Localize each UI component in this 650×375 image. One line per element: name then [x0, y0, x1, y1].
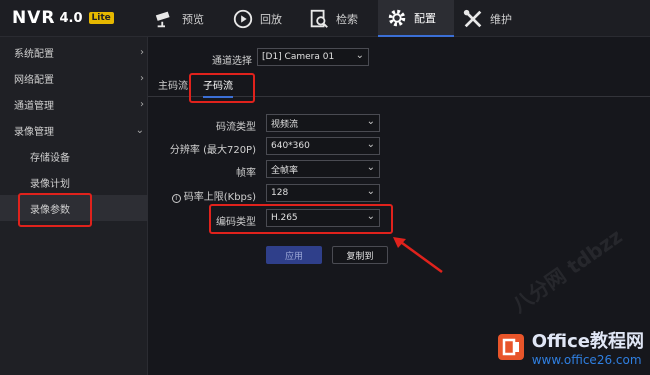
- sidebar-item-system-config[interactable]: 系统配置 ›: [0, 39, 148, 65]
- nav-tab-label: 配置: [414, 11, 436, 25]
- sidebar-item-label: 存储设备: [30, 152, 70, 164]
- nav-tab-search[interactable]: 检索: [308, 0, 368, 37]
- resolution-value: 640*360: [271, 141, 310, 151]
- channel-select-value: [D1] Camera 01: [262, 52, 335, 62]
- watermark-title: Office教程网: [531, 331, 644, 352]
- watermark-url: www.office26.com: [531, 353, 642, 367]
- highlight-box-sidebar: [18, 193, 92, 227]
- chevron-down-icon: ⌄: [355, 50, 364, 61]
- nav-tab-playback[interactable]: 回放: [232, 0, 292, 37]
- channel-select[interactable]: [D1] Camera 01 ⌄: [257, 48, 369, 66]
- brand-edition-badge: Lite: [88, 12, 114, 24]
- nav-tab-maintenance[interactable]: 维护: [462, 0, 522, 37]
- sidebar-item-recording-management[interactable]: 录像管理 ⌄: [0, 117, 148, 143]
- annotation-arrow: [393, 237, 443, 274]
- brand-logo: NVR 4.0 Lite: [12, 8, 114, 28]
- top-nav-bar: NVR 4.0 Lite 预览 回放 检索 配置 维护: [0, 0, 650, 37]
- copy-to-button[interactable]: 复制到: [332, 246, 388, 264]
- sidebar-item-label: 网络配置: [14, 74, 54, 86]
- stream-type-label: 码流类型: [216, 122, 256, 133]
- tab-main-stream[interactable]: 主码流: [158, 77, 188, 92]
- nav-tab-config[interactable]: 配置: [378, 0, 454, 37]
- apply-button[interactable]: 应用: [266, 246, 322, 264]
- sidebar-item-label: 录像管理: [14, 126, 54, 138]
- camera-icon: [155, 11, 170, 27]
- sidebar-item-label: 系统配置: [14, 48, 54, 60]
- nav-tab-label: 预览: [182, 12, 204, 26]
- chevron-down-icon: ⌄: [366, 116, 375, 127]
- sidebar-item-label: 通道管理: [14, 100, 54, 112]
- office-logo-icon: [497, 334, 524, 360]
- resolution-select[interactable]: 640*360 ⌄: [266, 137, 380, 155]
- tools-icon: [463, 9, 482, 27]
- highlight-box-tab: [189, 73, 255, 103]
- brand-name: NVR: [12, 8, 56, 28]
- channel-select-label: 通道选择: [212, 56, 252, 67]
- nav-tab-label: 检索: [336, 12, 358, 26]
- gear-icon: [388, 9, 406, 26]
- frame-rate-label: 帧率: [236, 168, 256, 179]
- sidebar-item-storage-device[interactable]: 存储设备: [0, 143, 148, 169]
- highlight-box-encoding: [209, 204, 393, 234]
- chevron-down-icon: ⌄: [366, 162, 375, 173]
- frame-rate-select[interactable]: 全帧率 ⌄: [266, 160, 380, 178]
- info-icon: i: [171, 193, 181, 203]
- sidebar-item-label: 录像计划: [30, 178, 70, 190]
- stream-type-select[interactable]: 视频流 ⌄: [266, 114, 380, 132]
- nav-tab-label: 维护: [490, 12, 512, 26]
- sidebar-item-network-config[interactable]: 网络配置 ›: [0, 65, 148, 91]
- chevron-down-icon: ⌄: [135, 124, 144, 136]
- bitrate-limit-label: i 码率上限(Kbps): [148, 188, 256, 203]
- bitrate-limit-select[interactable]: 128 ⌄: [266, 184, 380, 202]
- chevron-down-icon: ⌄: [366, 139, 375, 150]
- chevron-down-icon: ⌄: [366, 186, 375, 197]
- chevron-right-icon: ›: [140, 98, 144, 110]
- watermark: Office教程网 www.office26.com: [496, 327, 644, 367]
- chevron-right-icon: ›: [140, 46, 144, 58]
- nav-tab-preview[interactable]: 预览: [152, 0, 212, 37]
- frame-rate-value: 全帧率: [271, 165, 299, 176]
- bitrate-limit-label-text: 码率上限(Kbps): [183, 192, 256, 203]
- chevron-right-icon: ›: [140, 72, 144, 84]
- search-doc-icon: [310, 9, 328, 28]
- sidebar-item-recording-schedule[interactable]: 录像计划: [0, 169, 148, 195]
- nav-tab-label: 回放: [260, 12, 282, 26]
- brand-version: 4.0: [59, 10, 83, 26]
- playback-icon: [233, 9, 253, 28]
- sidebar-item-channel-management[interactable]: 通道管理 ›: [0, 91, 148, 117]
- resolution-label: 分辨率 (最大720P): [169, 145, 256, 156]
- stream-type-value: 视频流: [271, 119, 299, 130]
- bitrate-limit-value: 128: [271, 188, 289, 198]
